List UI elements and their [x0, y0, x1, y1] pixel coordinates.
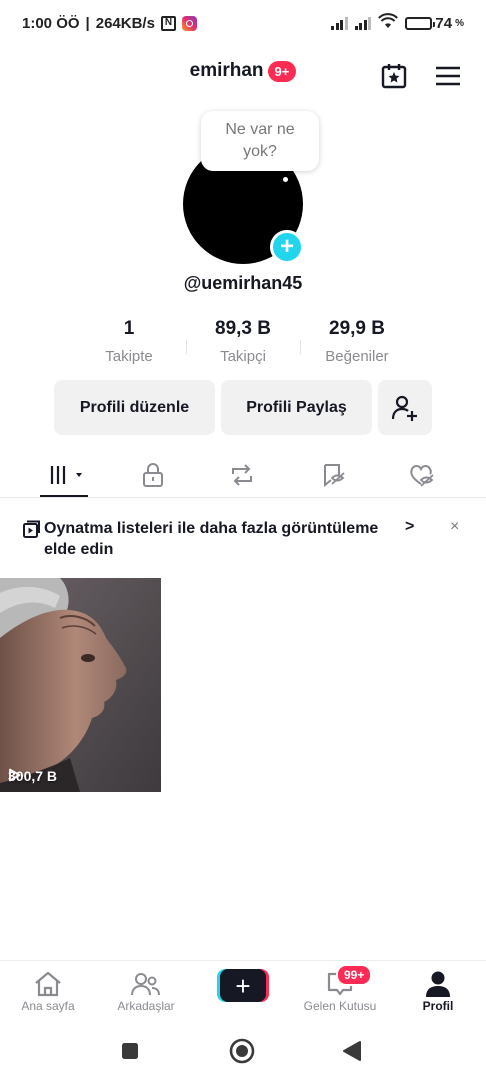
status-left: 1:00 ÖÖ | 264KB/s N	[22, 15, 197, 32]
stat-value: 1	[123, 318, 135, 339]
status-time: 1:00 ÖÖ	[22, 14, 80, 32]
play-icon	[9, 768, 21, 782]
banner-text: Oynatma listeleri ile daha fazla görüntü…	[44, 520, 379, 558]
signal-icon	[354, 16, 372, 30]
tab-videos[interactable]	[42, 460, 86, 490]
battery-unit: %	[455, 17, 464, 29]
status-bar: 1:00 ÖÖ | 264KB/s N 74%	[0, 0, 486, 46]
system-nav	[0, 1020, 486, 1080]
bubble-tail	[283, 177, 288, 182]
home-system-icon[interactable]	[229, 1038, 255, 1069]
add-user-icon	[391, 395, 417, 421]
profile-header: emirhan 9+	[0, 56, 486, 96]
active-tab-indicator	[40, 495, 88, 497]
tab-private[interactable]	[131, 460, 175, 490]
profile-icon	[393, 969, 483, 999]
nfc-icon: N	[160, 15, 176, 31]
instagram-icon	[181, 15, 197, 31]
video-thumbnail-image	[0, 578, 161, 792]
lock-icon	[143, 463, 163, 487]
battery-percent: 74	[435, 14, 453, 32]
home-icon	[3, 969, 93, 999]
content-tabs	[0, 452, 486, 498]
nav-label: Arkadaşlar	[117, 999, 175, 1013]
back-icon[interactable]	[342, 1040, 362, 1067]
add-avatar-icon[interactable]: +	[270, 230, 304, 264]
profile-handle: @uemirhan45	[183, 273, 303, 293]
grid-icon	[50, 466, 82, 484]
tab-favorites[interactable]	[312, 460, 356, 490]
bottom-nav: Ana sayfa Arkadaşlar + Gelen Kutusu Prof…	[0, 960, 486, 1020]
wifi-icon	[378, 13, 399, 33]
stat-value: 89,3 B	[215, 318, 271, 339]
battery-indicator: 74%	[405, 15, 464, 32]
playlist-banner[interactable]: Oynatma listeleri ile daha fazla görüntü…	[0, 512, 486, 566]
recents-icon[interactable]	[121, 1042, 139, 1065]
plus-icon: +	[220, 969, 266, 1002]
network-speed: 264KB/s	[95, 14, 155, 32]
tab-reposts[interactable]	[220, 460, 264, 490]
header-username: emirhan	[189, 60, 264, 81]
video-views: 300,7 B	[8, 768, 57, 784]
calendar-star-icon[interactable]	[380, 62, 408, 90]
profile-actions: Profili düzenle Profili Paylaş	[54, 380, 432, 435]
video-thumbnail[interactable]: 300,7 B	[0, 578, 161, 792]
nav-friends[interactable]: Arkadaşlar	[101, 969, 191, 1013]
share-profile-button[interactable]: Profili Paylaş	[221, 380, 372, 435]
notification-badge: 9+	[267, 60, 297, 82]
signal-icon	[331, 16, 348, 30]
nav-label: Profil	[422, 999, 454, 1013]
chevron-right-icon[interactable]: >	[405, 518, 414, 536]
nav-profile[interactable]: Profil	[393, 969, 483, 1013]
nav-label: Gelen Kutusu	[303, 999, 377, 1013]
profile-stats: 1 Takipte 89,3 B Takipçi 29,9 B Beğenile…	[0, 318, 486, 365]
favorites-icon	[324, 464, 345, 488]
inbox-badge: 99+	[336, 964, 373, 986]
status-bubble[interactable]: Ne var ne yok?	[201, 111, 319, 171]
account-switcher[interactable]: emirhan 9+	[0, 60, 486, 82]
stat-label: Beğeniler	[325, 348, 389, 365]
repost-icon	[232, 464, 252, 486]
friends-icon	[101, 969, 191, 999]
tab-liked[interactable]	[400, 460, 444, 490]
stat-followers[interactable]: 89,3 B Takipçi	[186, 318, 300, 365]
add-friend-button[interactable]	[378, 380, 432, 435]
edit-profile-button[interactable]: Profili düzenle	[54, 380, 215, 435]
close-icon[interactable]: ×	[450, 518, 459, 536]
liked-icon	[410, 465, 434, 487]
nav-home[interactable]: Ana sayfa	[3, 969, 93, 1013]
stat-label: Takipçi	[220, 348, 266, 365]
battery-icon	[405, 16, 436, 30]
status-right: 74%	[331, 13, 464, 33]
nav-label: Ana sayfa	[21, 999, 75, 1013]
stat-value: 29,9 B	[329, 318, 385, 339]
create-button[interactable]: +	[217, 969, 269, 1002]
playlist-icon	[22, 520, 40, 543]
status-separator: |	[85, 14, 90, 32]
menu-icon[interactable]	[434, 62, 462, 90]
stat-likes[interactable]: 29,9 B Beğeniler	[300, 318, 414, 365]
stat-following[interactable]: 1 Takipte	[72, 318, 186, 365]
stat-label: Takipte	[105, 348, 153, 365]
